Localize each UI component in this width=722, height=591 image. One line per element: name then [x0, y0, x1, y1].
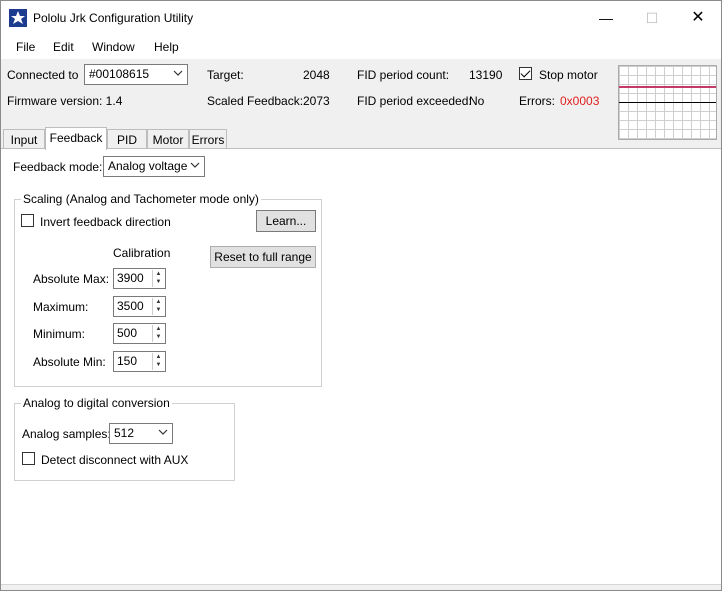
analog-samples-select[interactable]: 512: [109, 423, 173, 444]
title-bar: Pololu Jrk Configuration Utility — ☐ ✕: [1, 1, 721, 35]
stop-motor-label: Stop motor: [539, 68, 598, 82]
up-arrow-icon[interactable]: ▲: [153, 270, 164, 278]
up-arrow-icon[interactable]: ▲: [153, 298, 164, 306]
tab-errors[interactable]: Errors: [189, 129, 227, 149]
tab-feedback[interactable]: Feedback: [45, 127, 107, 150]
status-header: Connected to #00108615 Firmware version:…: [1, 59, 721, 129]
calibration-label: Calibration: [113, 246, 171, 260]
reset-full-range-button[interactable]: Reset to full range: [210, 246, 316, 268]
graph-target-line: [619, 86, 716, 88]
maximum-input[interactable]: 3500 ▲ ▼: [113, 296, 166, 317]
maximum-stepper[interactable]: ▲ ▼: [152, 298, 164, 315]
absolute-min-input[interactable]: 150 ▲ ▼: [113, 351, 166, 372]
target-value: 2048: [303, 68, 330, 82]
up-arrow-icon[interactable]: ▲: [153, 325, 164, 333]
scaling-group: Scaling (Analog and Tachometer mode only…: [14, 192, 322, 387]
maximize-button[interactable]: ☐: [629, 1, 675, 35]
absolute-max-stepper[interactable]: ▲ ▼: [152, 270, 164, 287]
menu-file[interactable]: File: [16, 40, 35, 54]
feedback-mode-label: Feedback mode:: [13, 160, 103, 174]
absolute-max-input[interactable]: 3900 ▲ ▼: [113, 268, 166, 289]
feedback-mode-select[interactable]: Analog voltage: [103, 156, 205, 177]
fid-exceeded-label: FID period exceeded:: [357, 94, 472, 108]
app-window: Pololu Jrk Configuration Utility — ☐ ✕ F…: [0, 0, 722, 591]
scaled-feedback-label: Scaled Feedback:: [207, 94, 304, 108]
up-arrow-icon[interactable]: ▲: [153, 353, 164, 361]
learn-button[interactable]: Learn...: [256, 210, 316, 232]
fid-count-label: FID period count:: [357, 68, 450, 82]
fid-exceeded-value: No: [469, 94, 485, 108]
absolute-max-label: Absolute Max:: [33, 272, 110, 286]
menu-edit[interactable]: Edit: [53, 40, 74, 54]
detect-disconnect-label: Detect disconnect with AUX: [41, 453, 189, 467]
feedback-panel: Feedback mode: Analog voltage Scaling (A…: [1, 148, 721, 586]
down-arrow-icon[interactable]: ▼: [153, 278, 164, 286]
adc-legend: Analog to digital conversion: [21, 396, 172, 410]
status-bar: [1, 584, 721, 590]
device-value: #00108615: [89, 67, 150, 81]
firmware-version: Firmware version: 1.4: [7, 94, 123, 108]
invert-feedback-checkbox[interactable]: [21, 214, 34, 227]
window-title: Pololu Jrk Configuration Utility: [33, 11, 194, 25]
adc-group: Analog to digital conversion Analog samp…: [14, 396, 235, 481]
chevron-down-icon: [158, 429, 168, 435]
maximum-value: 3500: [117, 299, 144, 313]
close-button[interactable]: ✕: [675, 1, 721, 35]
absolute-max-value: 3900: [117, 271, 144, 285]
chevron-down-icon: [190, 162, 200, 168]
target-label: Target:: [207, 68, 244, 82]
errors-value: 0x0003: [560, 94, 600, 108]
minimum-input[interactable]: 500 ▲ ▼: [113, 323, 166, 344]
device-select[interactable]: #00108615: [84, 64, 188, 85]
minimum-stepper[interactable]: ▲ ▼: [152, 325, 164, 342]
pololu-logo-icon: [9, 9, 27, 27]
menu-bar: File Edit Window Help: [1, 35, 721, 59]
connected-label: Connected to: [7, 68, 79, 82]
menu-help[interactable]: Help: [154, 40, 179, 54]
scaling-legend: Scaling (Analog and Tachometer mode only…: [21, 192, 261, 206]
menu-window[interactable]: Window: [92, 40, 135, 54]
invert-feedback-label: Invert feedback direction: [40, 215, 171, 229]
absolute-min-value: 150: [117, 354, 138, 368]
fid-count-value: 13190: [469, 68, 503, 82]
stop-motor-checkbox[interactable]: [519, 67, 532, 80]
down-arrow-icon[interactable]: ▼: [153, 306, 164, 314]
maximum-label: Maximum:: [33, 300, 89, 314]
graph-feedback-line: [619, 102, 716, 103]
absolute-min-label: Absolute Min:: [33, 355, 106, 369]
errors-label: Errors:: [519, 94, 555, 108]
detect-disconnect-checkbox[interactable]: [22, 452, 35, 465]
analog-samples-label: Analog samples:: [22, 427, 111, 441]
minimum-label: Minimum:: [33, 327, 86, 341]
tab-input[interactable]: Input: [3, 129, 45, 149]
tab-motor[interactable]: Motor: [147, 129, 189, 149]
absolute-min-stepper[interactable]: ▲ ▼: [152, 353, 164, 370]
minimize-button[interactable]: —: [583, 1, 629, 35]
down-arrow-icon[interactable]: ▼: [153, 333, 164, 341]
chevron-down-icon: [173, 70, 183, 76]
down-arrow-icon[interactable]: ▼: [153, 361, 164, 369]
analog-samples-value: 512: [114, 426, 135, 440]
scaled-feedback-value: 2073: [303, 94, 330, 108]
tab-pid[interactable]: PID: [107, 129, 147, 149]
tab-strip: Input Feedback PID Motor Errors: [1, 127, 721, 150]
minimum-value: 500: [117, 326, 138, 340]
feedback-mode-value: Analog voltage: [108, 159, 188, 173]
